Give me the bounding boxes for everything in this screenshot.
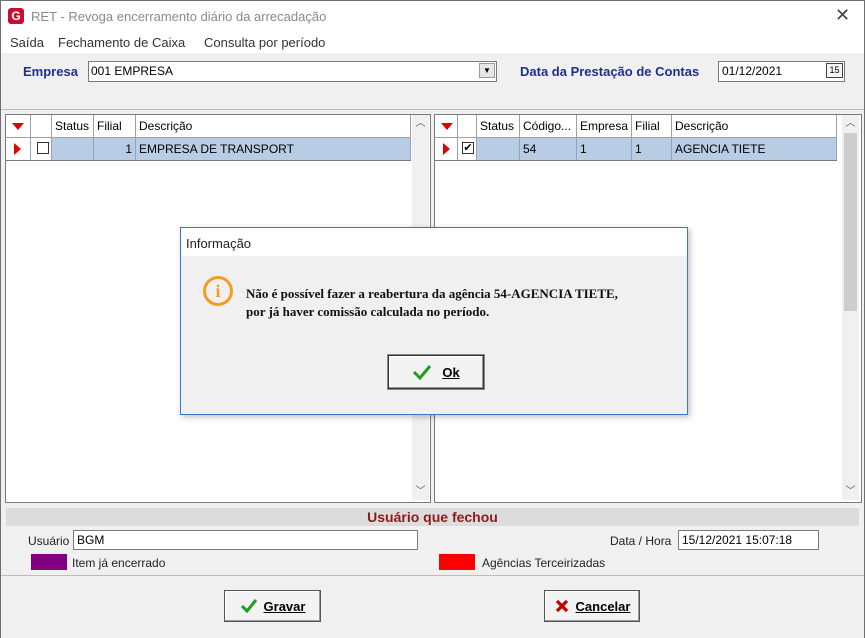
cell-status [52,138,94,160]
empresa-select[interactable]: 001 EMPRESA ▼ [88,61,497,82]
info-dialog: Informação i Não é possível fazer a reab… [180,227,688,415]
data-prestacao-field[interactable]: 01/12/2021 15 [718,61,845,82]
cell-descricao: AGENCIA TIETE [672,138,837,160]
col-descricao[interactable]: Descrição [672,115,837,137]
row-checkbox-checked[interactable]: ✔ [462,142,474,154]
legend-closed-swatch [31,554,67,570]
table-row[interactable]: 1 EMPRESA DE TRANSPORT [6,138,411,161]
dialog-title-bar: Informação [181,228,687,256]
sort-down-icon [441,123,453,130]
row-indicator [435,138,458,160]
datahora-field[interactable]: 15/12/2021 15:07:18 [678,530,819,550]
button-bar [1,575,864,638]
scroll-down-icon[interactable]: ﹀ [842,483,859,500]
data-prestacao-label: Data da Prestação de Contas [520,64,700,79]
legend-third-label: Agências Terceirizadas [482,556,606,570]
window-title: RET - Revoga encerramento diário da arre… [31,9,327,24]
col-descricao[interactable]: Descrição [136,115,411,137]
sort-down-icon [12,123,24,130]
empresa-grid-header: Status Filial Descrição [6,115,411,138]
cancel-button[interactable]: Cancelar [544,590,640,622]
usuario-section-title: Usuário que fechou [6,508,859,526]
ok-label: Ok [442,364,460,380]
menu-bar: Saída Fechamento de Caixa Consulta por p… [1,31,864,53]
scroll-up-icon[interactable]: ︿ [842,115,859,132]
cancel-label: Cancelar [575,598,631,614]
cell-filial: 1 [632,138,672,160]
datahora-label: Data / Hora [610,534,672,548]
legend-closed-label: Item já encerrado [72,556,166,570]
ok-button[interactable]: Ok [388,355,484,389]
col-status[interactable]: Status [477,115,520,137]
row-checkbox-cell[interactable]: ✔ [458,138,477,160]
cell-descricao: EMPRESA DE TRANSPORT [136,138,411,160]
cell-codigo: 54 [520,138,577,160]
data-prestacao-value: 01/12/2021 [722,64,783,78]
grid-indicator-header[interactable] [435,115,458,137]
cancel-x-icon [555,599,568,613]
agencia-grid-scrollbar[interactable]: ︿ ﹀ [842,115,859,500]
dialog-message-line2: por já haver comissão calculada no perío… [246,304,490,319]
cell-empresa: 1 [577,138,632,160]
close-icon[interactable]: ✕ [835,5,850,26]
menu-consulta-periodo[interactable]: Consulta por período [204,35,325,50]
save-label: Gravar [263,598,306,614]
app-logo-icon: G [8,8,24,24]
chevron-down-icon[interactable]: ▼ [479,63,495,78]
grid-check-header [31,115,52,137]
col-empresa[interactable]: Empresa [577,115,632,137]
row-checkbox[interactable] [37,142,49,154]
current-row-icon [14,143,21,155]
cell-filial: 1 [94,138,136,160]
save-button[interactable]: Gravar [224,590,321,622]
scroll-thumb[interactable] [844,133,857,311]
scroll-up-icon[interactable]: ︿ [412,115,429,132]
grid-indicator-header[interactable] [6,115,31,137]
col-filial[interactable]: Filial [94,115,136,137]
calendar-icon[interactable]: 15 [826,63,843,78]
check-icon [240,599,257,614]
row-indicator [6,138,31,160]
dialog-title: Informação [186,236,252,251]
row-checkbox-cell[interactable] [31,138,52,160]
menu-fechamento-caixa[interactable]: Fechamento de Caixa [58,35,185,50]
cell-status [477,138,520,160]
usuario-label: Usuário [28,534,70,548]
menu-saida[interactable]: Saída [10,35,44,50]
current-row-icon [443,143,450,155]
col-status[interactable]: Status [52,115,94,137]
col-codigo[interactable]: Código... [520,115,577,137]
info-icon: i [203,276,233,306]
main-window: G RET - Revoga encerramento diário da ar… [0,0,865,638]
col-filial[interactable]: Filial [632,115,672,137]
check-icon [413,365,432,380]
scroll-down-icon[interactable]: ﹀ [412,483,429,500]
empresa-label: Empresa [23,64,78,79]
agencia-grid-header: Status Código... Empresa Filial Descriçã… [435,115,837,138]
empresa-value: 001 EMPRESA [91,64,174,78]
legend-third-swatch [439,554,475,570]
dialog-message-line1: Não é possível fazer a reabertura da agê… [246,286,618,301]
title-bar: G RET - Revoga encerramento diário da ar… [1,1,864,31]
grid-check-header [458,115,477,137]
table-row[interactable]: ✔ 54 1 1 AGENCIA TIETE [435,138,837,161]
usuario-field[interactable]: BGM [73,530,418,550]
